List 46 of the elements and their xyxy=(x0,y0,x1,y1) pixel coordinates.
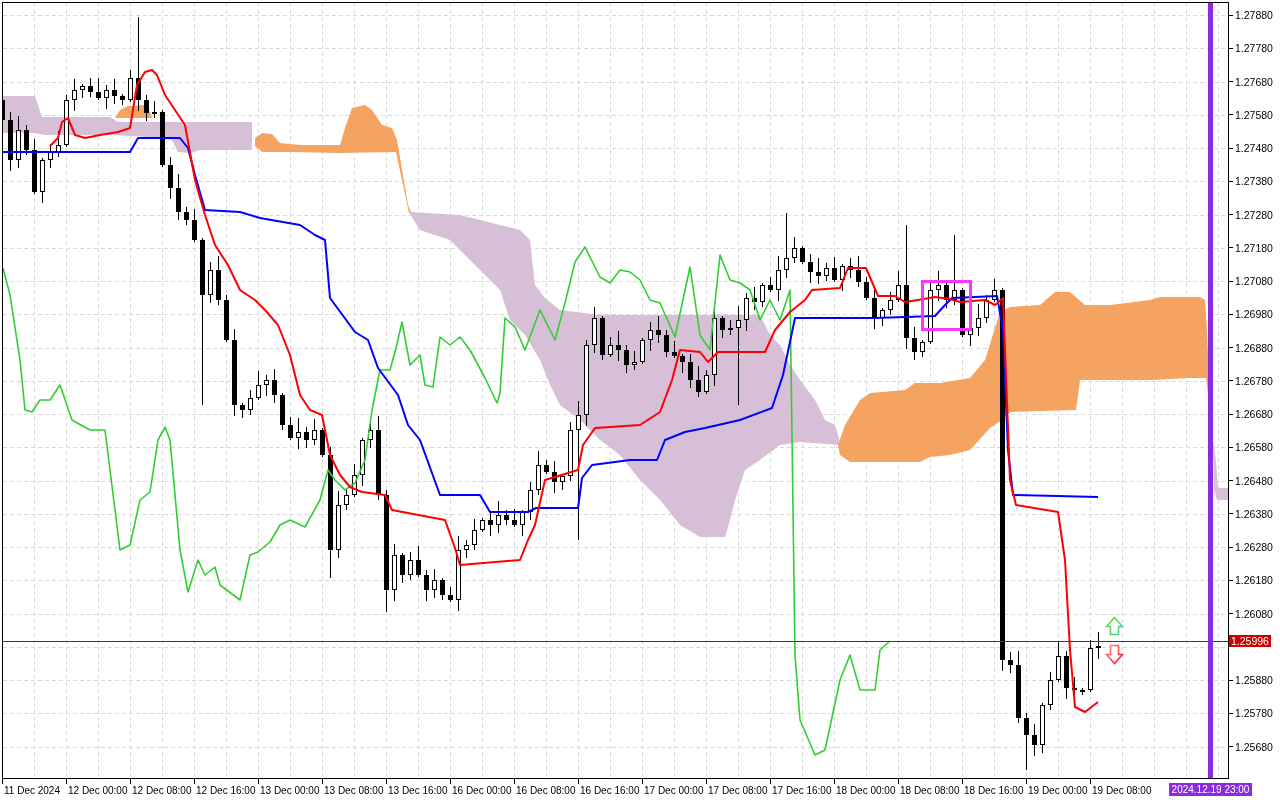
time-axis-label: 19 Dec 08:00 xyxy=(1092,784,1152,797)
price-axis-label: 1.25780 xyxy=(1235,707,1273,720)
time-axis-label: 11 Dec 2024 xyxy=(4,784,60,797)
price-axis-label: 1.25880 xyxy=(1235,674,1273,686)
price-axis-label: 1.27880 xyxy=(1235,9,1273,21)
time-axis-label: 18 Dec 00:00 xyxy=(836,784,896,797)
time-axis-label: 17 Dec 16:00 xyxy=(772,784,832,797)
price-axis-label: 1.27680 xyxy=(1235,75,1273,88)
price-axis-label: 1.27580 xyxy=(1235,108,1273,121)
price-axis-label: 1.27780 xyxy=(1235,42,1273,55)
down-arrow-icon xyxy=(1104,644,1125,665)
price-axis-label: 1.27480 xyxy=(1235,142,1273,154)
price-axis-label: 1.26280 xyxy=(1235,541,1273,553)
highlight-rectangle xyxy=(921,280,972,331)
time-axis-label: 17 Dec 08:00 xyxy=(708,784,768,797)
price-axis-label: 1.27380 xyxy=(1235,175,1273,188)
time-axis-label: 12 Dec 08:00 xyxy=(132,784,192,797)
time-axis-label: 13 Dec 16:00 xyxy=(388,784,448,797)
current-price-label: 1.25996 xyxy=(1229,635,1271,648)
price-axis-label: 1.25680 xyxy=(1235,740,1273,753)
price-axis-label: 1.26880 xyxy=(1235,341,1273,354)
price-axis-label: 1.26980 xyxy=(1235,308,1273,321)
time-axis-label: 13 Dec 00:00 xyxy=(260,784,320,797)
price-axis-label: 1.26780 xyxy=(1235,374,1273,387)
time-axis-label: 13 Dec 08:00 xyxy=(324,784,384,797)
price-axis-label: 1.26380 xyxy=(1235,507,1273,520)
up-arrow-icon xyxy=(1104,616,1125,636)
time-axis-label: 16 Dec 16:00 xyxy=(580,784,640,797)
time-axis-label: 12 Dec 16:00 xyxy=(196,784,256,797)
time-axis-label: 16 Dec 00:00 xyxy=(452,784,512,797)
price-axis-label: 1.27280 xyxy=(1235,208,1273,221)
time-axis-label: 18 Dec 16:00 xyxy=(964,784,1024,797)
price-axis-label: 1.27180 xyxy=(1235,241,1273,254)
price-axis-label: 1.27080 xyxy=(1235,275,1273,287)
vertical-line-time-label: 2024.12.19 23:00 xyxy=(1168,783,1253,796)
time-axis-label: 19 Dec 00:00 xyxy=(1028,784,1088,797)
time-axis-label: 16 Dec 08:00 xyxy=(516,784,576,797)
price-axis-label: 1.26680 xyxy=(1235,408,1273,420)
time-axis-label: 12 Dec 00:00 xyxy=(68,784,128,797)
price-axis-label: 1.26580 xyxy=(1235,441,1273,454)
price-axis-label: 1.26480 xyxy=(1235,474,1273,487)
bearish-cloud-area xyxy=(1213,440,1228,500)
time-axis-label: 17 Dec 00:00 xyxy=(644,784,704,797)
price-axis-label: 1.26080 xyxy=(1235,607,1273,620)
price-axis-label: 1.26180 xyxy=(1235,574,1273,587)
time-axis-label: 18 Dec 08:00 xyxy=(900,784,960,797)
